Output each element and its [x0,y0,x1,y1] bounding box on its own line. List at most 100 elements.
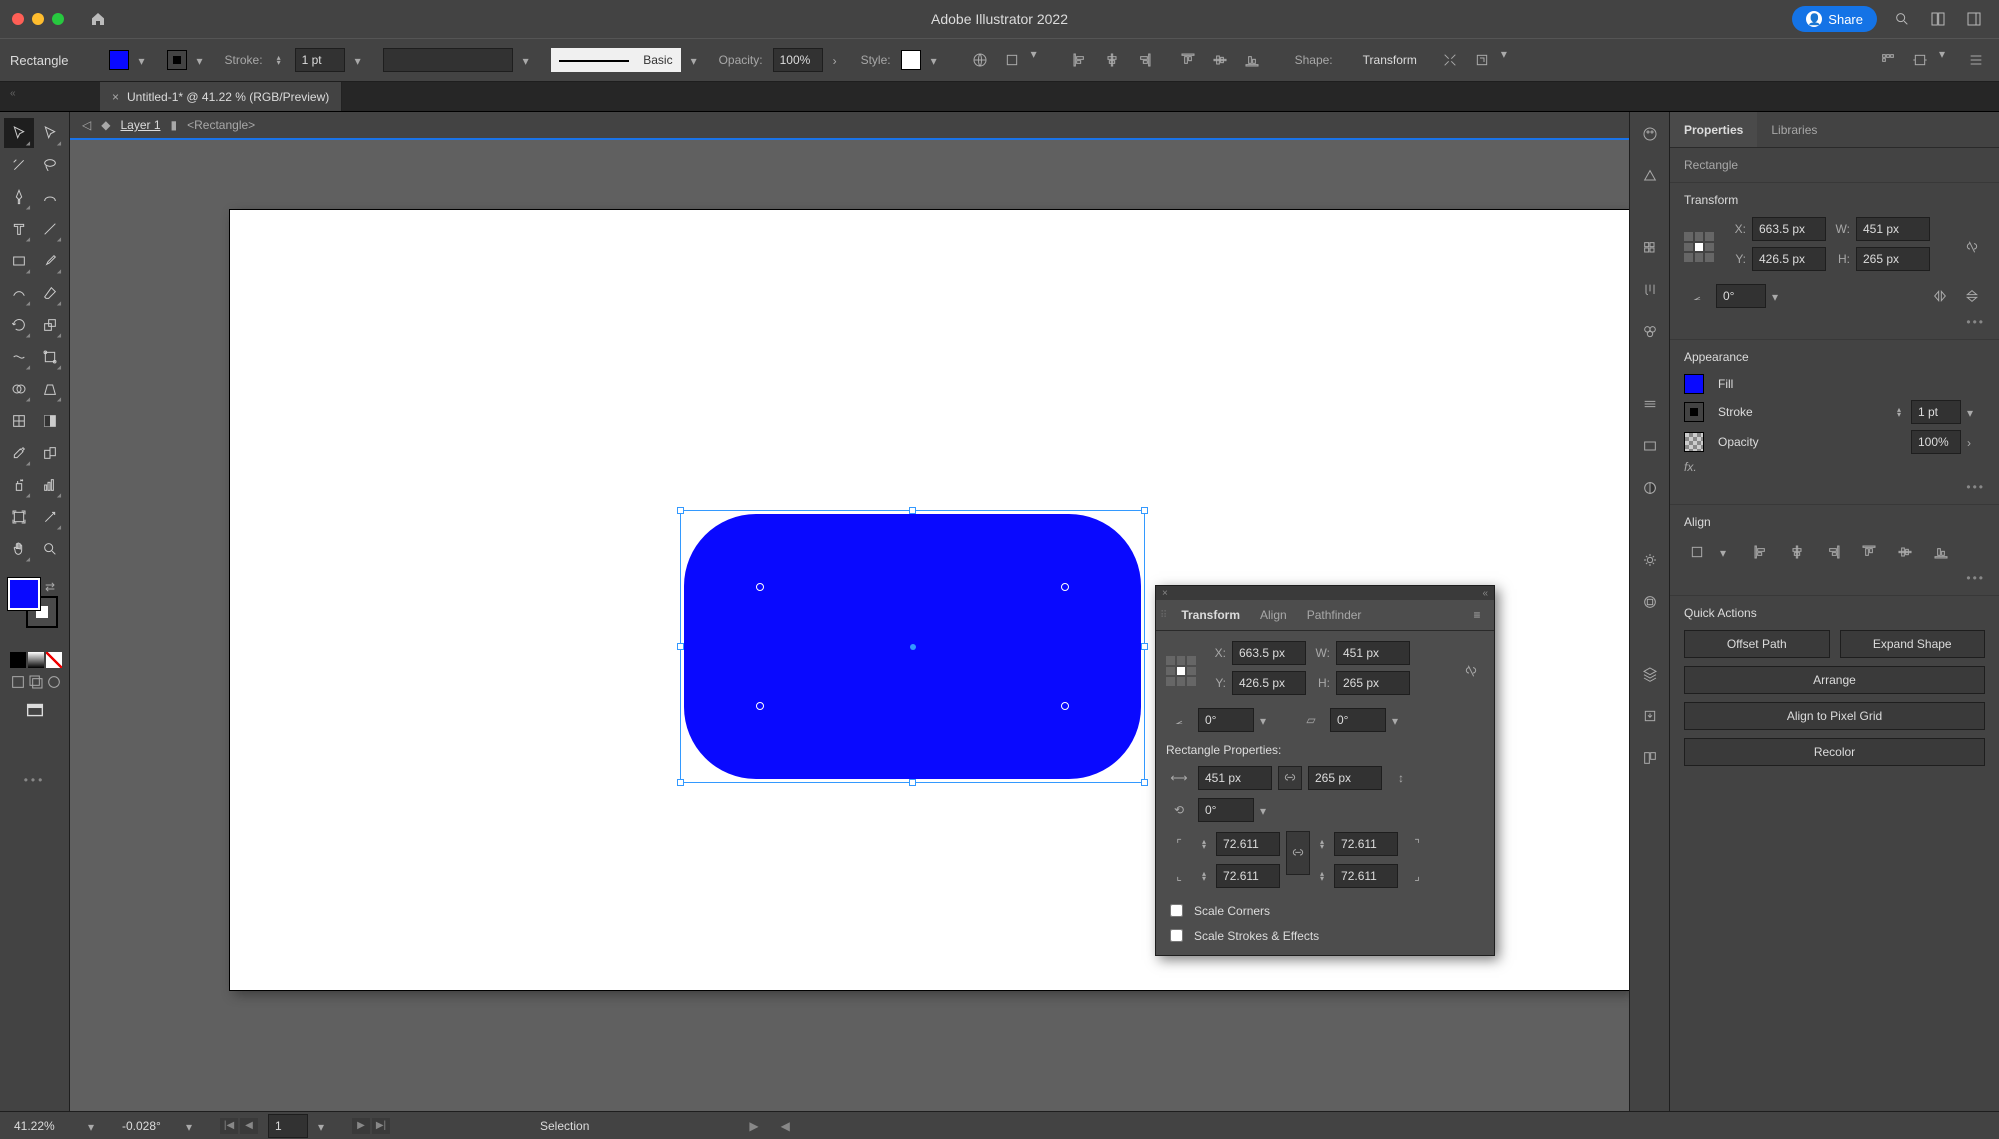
graphic-style[interactable] [901,50,921,70]
align-vcenter-button[interactable] [1207,47,1233,73]
close-window-button[interactable] [12,13,24,25]
appearance-button[interactable] [1637,548,1663,572]
h-input[interactable] [1336,671,1410,695]
handle-bl[interactable] [677,779,684,786]
status-play-button[interactable]: ▶ [749,1119,758,1133]
scale-corners-checkbox[interactable]: Scale Corners [1166,901,1484,920]
align-to-button[interactable] [1684,539,1710,565]
reference-point[interactable] [1166,656,1196,686]
p-align-right[interactable] [1820,539,1846,565]
align-hcenter-button[interactable] [1099,47,1125,73]
appearance-fill-swatch[interactable] [1684,374,1704,394]
magic-wand-tool[interactable] [4,150,34,180]
rect-w-input[interactable] [1198,766,1272,790]
panel-grip-icon[interactable]: ⠿ [1160,610,1171,621]
fx-button[interactable]: fx. [1684,460,1697,474]
align-to-dropdown[interactable]: ▾ [1031,47,1043,59]
isolate-button[interactable] [1437,47,1463,73]
props-y-input[interactable] [1752,247,1826,271]
appearance-stroke-dropdown[interactable]: ▾ [1967,406,1979,418]
align-bottom-button[interactable] [1239,47,1265,73]
edit-dropdown[interactable]: ▾ [1501,47,1513,59]
p-align-vcenter[interactable] [1892,539,1918,565]
transform-panel[interactable]: × « ⠿ Transform Align Pathfinder ≡ [1155,585,1495,956]
panel-menu-button[interactable]: ≡ [1464,602,1490,628]
stroke-stepper[interactable]: ▴▾ [273,55,285,65]
prefs-button[interactable] [1963,47,1989,73]
zoom-tool[interactable] [36,534,66,564]
symbols-button[interactable] [1637,320,1663,344]
close-panel-button[interactable]: × [1162,588,1168,599]
align-pixel-button[interactable] [1907,47,1933,73]
zoom-field[interactable]: 41.22% [8,1114,78,1138]
center-point[interactable] [910,644,916,650]
asset-export-button[interactable] [1637,704,1663,728]
eyedropper-tool[interactable] [4,438,34,468]
handle-br[interactable] [1141,779,1148,786]
appearance-stroke-input[interactable] [1911,400,1961,424]
recolor-button[interactable] [967,47,993,73]
eraser-tool[interactable] [36,278,66,308]
none-fill-button[interactable] [46,652,62,668]
rotate-tool[interactable] [4,310,34,340]
corner-br-input[interactable] [1334,864,1398,888]
draw-behind-button[interactable] [28,674,44,690]
gradient-panel-button[interactable] [1637,434,1663,458]
shear-dropdown[interactable]: ▾ [1392,714,1404,726]
align-right-button[interactable] [1131,47,1157,73]
handle-mr[interactable] [1141,643,1148,650]
props-x-input[interactable] [1752,217,1826,241]
p-align-hcenter[interactable] [1784,539,1810,565]
mesh-tool[interactable] [4,406,34,436]
rotation-field[interactable]: -0.028° [116,1114,176,1138]
corner-br-stepper[interactable]: ▴▾ [1316,871,1328,881]
layers-button[interactable] [1637,662,1663,686]
qa-arrange[interactable]: Arrange [1684,666,1985,694]
perspective-tool[interactable] [36,374,66,404]
p-align-top[interactable] [1856,539,1882,565]
appearance-stroke-stepper[interactable]: ▴▾ [1893,407,1905,417]
reference-point-props[interactable] [1684,232,1714,262]
qa-offset-path[interactable]: Offset Path [1684,630,1830,658]
prev-artboard-button[interactable]: ◀ [240,1118,258,1134]
y-input[interactable] [1232,671,1306,695]
handle-bm[interactable] [909,779,916,786]
opacity-field[interactable]: 100% [773,48,823,72]
flip-h-button[interactable] [1927,283,1953,309]
artboard-dropdown[interactable]: ▾ [318,1120,330,1132]
stroke-weight-field[interactable]: 1 pt [295,48,345,72]
shape-builder-tool[interactable] [4,374,34,404]
search-button[interactable] [1891,8,1913,30]
transparency-button[interactable] [1637,476,1663,500]
handle-tm[interactable] [909,507,916,514]
selection-tool[interactable] [4,118,34,148]
zoom-dropdown[interactable]: ▾ [88,1120,100,1132]
stroke-weight-dropdown[interactable]: ▾ [355,54,367,66]
panel-titlebar[interactable]: × « [1156,586,1494,600]
scale-tool[interactable] [36,310,66,340]
collapse-panel-button[interactable]: « [1482,588,1488,599]
solid-fill-button[interactable] [10,652,26,668]
appearance-stroke-swatch[interactable] [1684,402,1704,422]
handle-tr[interactable] [1141,507,1148,514]
p-align-bottom[interactable] [1928,539,1954,565]
stroke-panel-button[interactable] [1637,392,1663,416]
transform-more-button[interactable]: ••• [1684,315,1985,329]
transform-label[interactable]: Transform [1363,53,1417,67]
scale-strokes-checkbox[interactable]: Scale Strokes & Effects [1166,926,1484,945]
layers-icon[interactable]: ◆ [101,118,110,132]
direct-selection-tool[interactable] [36,118,66,148]
corner-tr-input[interactable] [1334,832,1398,856]
corner-widget-tl[interactable] [756,583,764,591]
gradient-tool[interactable] [36,406,66,436]
color-guide-button[interactable] [1637,164,1663,188]
workspace-switcher[interactable] [1963,8,1985,30]
tab-libraries[interactable]: Libraries [1757,112,1831,147]
appearance-opacity-swatch[interactable] [1684,432,1704,452]
shear-input[interactable] [1330,708,1386,732]
swap-colors-icon[interactable]: ⇄ [45,580,59,594]
slice-tool[interactable] [36,502,66,532]
appearance-more-button[interactable]: ••• [1684,480,1985,494]
corner-widget-br[interactable] [1061,702,1069,710]
close-tab-button[interactable]: × [112,90,119,104]
